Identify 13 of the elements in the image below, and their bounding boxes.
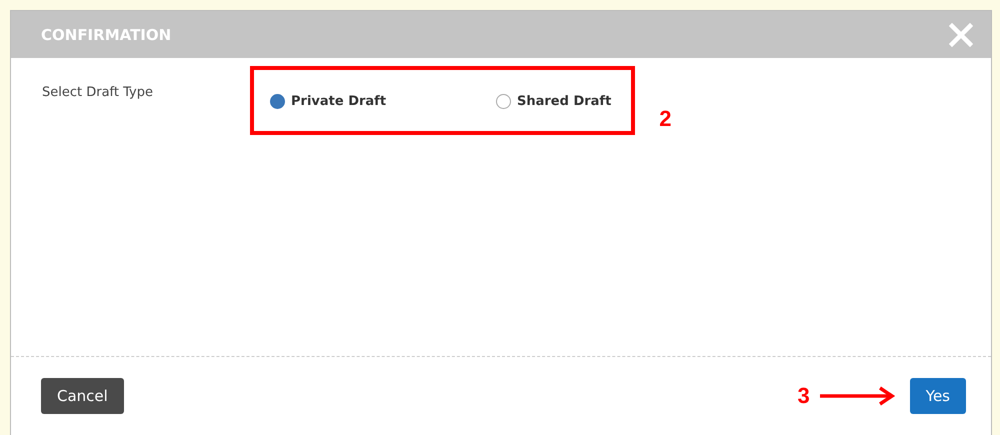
option-label: Private Draft [291, 94, 386, 109]
step-number: 2 [659, 106, 672, 132]
step-number: 3 [798, 383, 810, 409]
radio-option[interactable]: Shared Draft [496, 94, 612, 109]
arrow-icon [818, 386, 896, 406]
field-label: Select Draft Type [42, 85, 154, 102]
dialog-title: CONFIRMATION [41, 26, 172, 44]
cancel-button[interactable]: Cancel [41, 378, 124, 414]
yes-button[interactable]: Yes [910, 378, 966, 414]
radio-option[interactable]: Private Draft [270, 94, 496, 109]
option-label: Shared Draft [517, 94, 612, 109]
close-button[interactable] [949, 22, 973, 46]
close-icon [949, 22, 973, 46]
